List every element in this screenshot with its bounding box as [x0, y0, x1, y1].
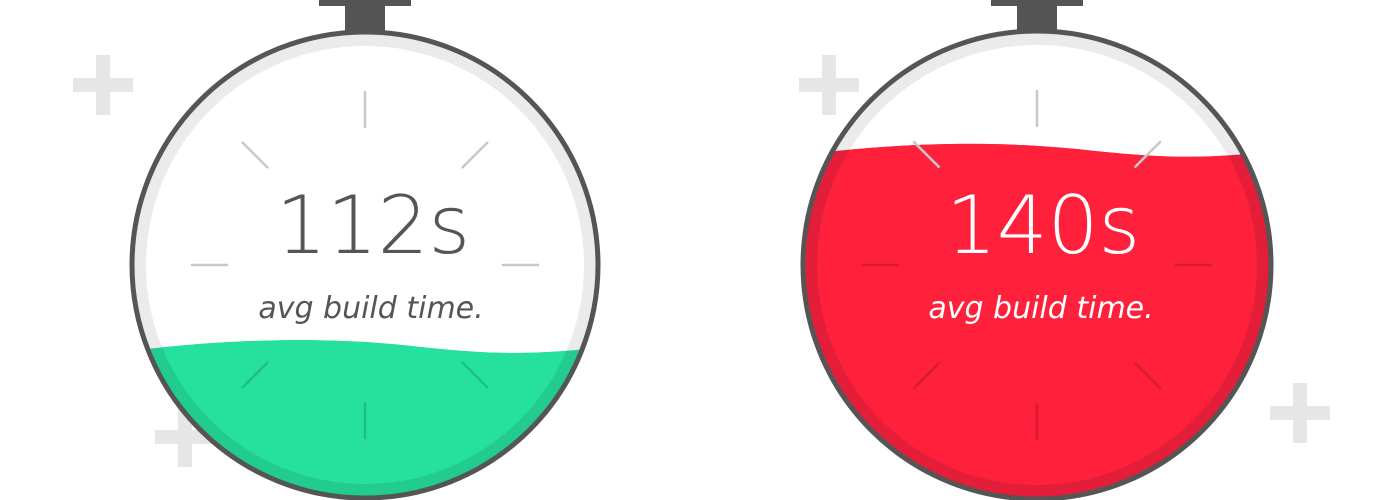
build-time-value: 140s [946, 179, 1140, 272]
plus-icon [799, 55, 859, 115]
build-time-label: avg build time. [928, 291, 1153, 326]
stopwatch-illustration: 112s avg build time. 140s avg build time… [73, 0, 1330, 500]
build-time-value: 112s [276, 179, 470, 272]
build-time-label: avg build time. [258, 291, 483, 326]
plus-icon [73, 55, 133, 115]
plus-icon [1270, 383, 1330, 443]
